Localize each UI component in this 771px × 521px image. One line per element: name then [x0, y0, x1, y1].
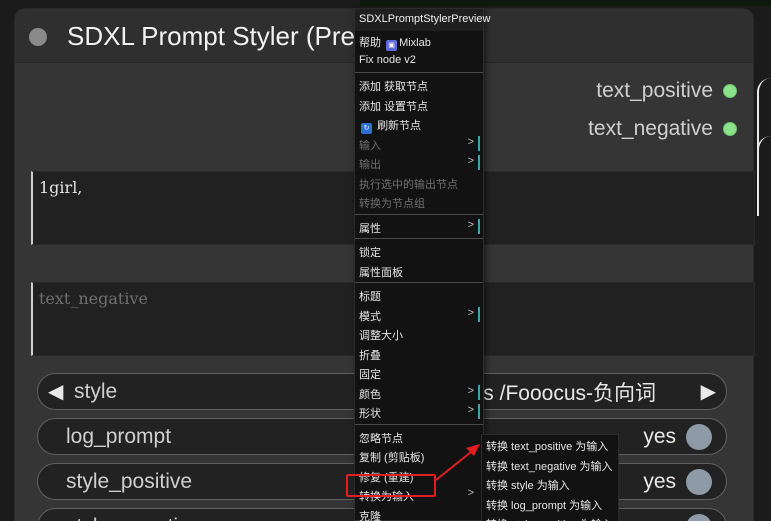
mixlab-icon: ▣ [386, 40, 398, 51]
menu-item-clone[interactable]: 克隆 [355, 505, 483, 521]
toggle-knob-icon[interactable] [686, 468, 712, 495]
menu-item-properties-panel[interactable]: 属性面板 [355, 261, 483, 281]
menu-divider [355, 72, 483, 73]
submenu-item-log-prompt[interactable]: 转换 log_prompt 为输入 [482, 494, 618, 514]
menu-item-convert-group[interactable]: 转换为节点组 [355, 192, 483, 212]
output-dot-icon[interactable] [723, 122, 737, 136]
menu-item-plugin: Mixlab [399, 37, 431, 49]
menu-item-shape[interactable]: 形状 > [355, 402, 483, 422]
chevron-right-icon: > [467, 218, 474, 231]
menu-item-title[interactable]: 标题 [355, 285, 483, 305]
submenu-marker [478, 155, 480, 170]
toggle-label: style_negative [66, 515, 200, 521]
menu-item-outputs[interactable]: 输出 > [355, 153, 483, 173]
menu-divider [355, 282, 483, 283]
menu-item-pin[interactable]: 固定 [355, 363, 483, 383]
menu-item-collapse[interactable]: 折叠 [355, 344, 483, 364]
menu-item-mode[interactable]: 模式 > [355, 305, 483, 325]
toggle-knob-icon[interactable] [686, 423, 712, 450]
menu-item-label: 输出 [359, 159, 381, 171]
menu-item-fix-node[interactable]: Fix node v2 [355, 51, 483, 71]
refresh-icon: ↻ [361, 123, 372, 134]
output-slot-text-positive[interactable]: text_positive [596, 79, 737, 103]
toggle-value: yes [643, 424, 676, 448]
toggle-label: log_prompt [66, 424, 172, 448]
collapse-dot-icon[interactable] [29, 28, 47, 46]
menu-item-lock[interactable]: 锁定 [355, 241, 483, 261]
chevron-right-icon: > [467, 404, 474, 416]
submenu-item-text-positive[interactable]: 转换 text_positive 为输入 [482, 435, 618, 455]
menu-item-resize[interactable]: 调整大小 [355, 324, 483, 344]
output-slot-text-negative[interactable]: text_negative [588, 117, 737, 141]
output-label: text_positive [596, 79, 713, 102]
chevron-right-icon: > [467, 487, 474, 499]
chevron-right-icon: > [467, 135, 474, 148]
menu-item-add-get-node[interactable]: 添加 获取节点 [355, 75, 483, 95]
chevron-right-icon: > [467, 384, 474, 397]
submenu-marker [478, 218, 480, 234]
submenu-marker [478, 404, 480, 419]
menu-divider [355, 213, 483, 215]
right-arrow-icon[interactable]: ▶ [701, 379, 716, 404]
menu-item-label: 帮助 [359, 37, 381, 49]
canvas-top-strip [360, 0, 771, 6]
menu-divider [355, 238, 483, 239]
menu-item-add-set-node[interactable]: 添加 设置节点 [355, 95, 483, 115]
output-dot-icon[interactable] [723, 84, 737, 98]
menu-item-label: 颜色 [359, 388, 381, 401]
toggle-value: yes [643, 515, 676, 521]
menu-item-label: 输入 [359, 139, 381, 152]
menu-item-properties[interactable]: 属性 > [355, 217, 483, 237]
toggle-knob-icon[interactable] [686, 513, 712, 521]
menu-item-label: 属性 [359, 222, 381, 235]
submenu-item-style-positive[interactable]: 转换 style_positive 为输入 [482, 513, 618, 521]
toggle-value: yes [643, 469, 676, 493]
submenu-marker [478, 384, 480, 400]
menu-item-label: 形状 [359, 408, 381, 420]
menu-item-help[interactable]: 帮助 ▣ Mixlab [355, 31, 483, 51]
convert-input-submenu[interactable]: 转换 text_positive 为输入 转换 text_negative 为输… [481, 434, 619, 521]
menu-item-color[interactable]: 颜色 > [355, 383, 483, 403]
chevron-right-icon: > [467, 306, 474, 319]
chevron-right-icon: > [467, 155, 474, 167]
left-arrow-icon[interactable]: ◀ [48, 379, 63, 404]
menu-item-label: 刷新节点 [377, 120, 422, 132]
submenu-item-text-negative[interactable]: 转换 text_negative 为输入 [482, 455, 618, 475]
highlight-box [346, 474, 436, 497]
menu-divider [355, 423, 483, 425]
submenu-marker [478, 135, 480, 151]
submenu-marker [478, 306, 480, 322]
submenu-item-style[interactable]: 转换 style 为输入 [482, 474, 618, 494]
menu-item-execute-selected[interactable]: 执行选中的输出节点 [355, 173, 483, 193]
context-menu-header: SDXLPromptStylerPreview [355, 9, 490, 31]
style-label: style [74, 379, 118, 403]
link-wire [757, 136, 771, 216]
menu-item-refresh-node[interactable]: ↻ 刷新节点 [355, 114, 483, 134]
menu-item-inputs[interactable]: 输入 > [355, 134, 483, 154]
annotation-arrow-icon [435, 444, 480, 481]
menu-item-label: 模式 [359, 310, 381, 323]
output-label: text_negative [588, 117, 713, 140]
style-value: s /Fooocus-负向词 [483, 381, 656, 405]
toggle-label: style_positive [66, 469, 193, 493]
